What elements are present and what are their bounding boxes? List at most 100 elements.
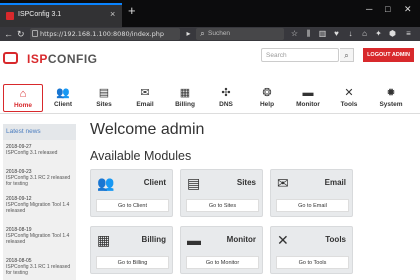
site-search-input[interactable]: Search [261,48,339,62]
nav-home[interactable]: ⌂ Home [3,84,43,112]
monitor-icon: ▬ [187,232,201,248]
logo-isp: ISP [27,52,48,66]
bookmark-star-icon[interactable]: ☆ [290,29,299,38]
download-icon[interactable]: ↓ [346,29,355,38]
module-nav: ⌂ Home 👥 Client ▤ Sites ✉ Email ▦ Billing ✣ DNS ❂ Hel… [0,84,420,114]
news-text: ISPConfig 3.1 RC 2 released for testing [6,175,71,187]
nav-client[interactable]: 👥 Client [43,84,83,112]
nav-tools[interactable]: ✕ Tools [329,84,369,112]
billing-icon: ▦ [97,232,111,248]
nav-label: Client [53,101,73,108]
nav-label: Sites [96,101,112,108]
extension2-icon[interactable]: ⬢ [388,29,397,38]
close-tab-icon[interactable]: × [110,9,115,19]
logo-config: CONFIG [47,52,98,66]
module-card-client: 👥 Client Go to Client [90,169,173,217]
news-item[interactable]: 2018-09-23 ISPConfig 3.1 RC 2 released fo… [6,169,76,187]
module-card-title: Billing [141,235,166,244]
nav-label: System [379,101,403,108]
available-modules-heading: Available Modules [90,149,192,163]
back-icon[interactable]: ← [4,28,13,40]
nav-label: Help [259,101,275,108]
home-icon: ⌂ [19,88,27,100]
nav-label: Email [136,101,154,108]
minimize-icon[interactable]: ─ [366,4,372,14]
module-card-sites: ▤ Sites Go to Sites [180,169,263,217]
logout-button[interactable]: LOGOUT ADMIN [363,48,414,62]
module-card-tools: ✕ Tools Go to Tools [270,226,353,274]
close-window-icon[interactable]: ✕ [404,4,412,15]
nav-system[interactable]: ✹ System [371,84,411,112]
browser-tab-title: ISPConfig 3.1 [18,11,62,18]
tools-icon: ✕ [277,232,289,248]
client-icon: 👥 [97,175,115,191]
system-icon: ✹ [386,87,396,99]
new-tab-button[interactable]: + [128,3,136,18]
url-bar[interactable]: https://192.168.1.100:8080/index.php [30,28,180,40]
sidebar-title: Latest news [3,124,76,140]
browser-search-placeholder: Suchen [208,30,231,37]
news-text: ISPConfig Migration Tool 1.4 released [6,233,70,245]
browser-navbar: ← ↻ https://192.168.1.100:8080/index.php… [0,27,420,41]
nav-label: Tools [340,101,358,108]
email-icon: ✉ [277,175,289,191]
nav-email[interactable]: ✉ Email [125,84,165,112]
site-search-placeholder: Search [266,52,287,59]
module-card-title: Tools [325,235,346,244]
news-item[interactable]: 2018-08-19 ISPConfig Migration Tool 1.4 r… [6,227,76,245]
go-to-email-button[interactable]: Go to Email [276,199,349,212]
maximize-icon[interactable]: □ [385,4,390,14]
module-card-title: Client [143,178,166,187]
module-card-email: ✉ Email Go to Email [270,169,353,217]
nav-help[interactable]: ❂ Help [247,84,287,112]
news-item[interactable]: 2018-09-12 ISPConfig Migration Tool 1.4 r… [6,196,76,214]
welcome-heading: Welcome admin [90,121,205,138]
module-card-title: Email [324,178,346,187]
nav-label: Monitor [296,101,320,108]
sidebar-icon[interactable]: ▥ [318,29,327,38]
email-icon: ✉ [140,87,150,99]
tools-icon: ✕ [344,87,354,99]
news-item[interactable]: 2018-09-27 ISPConfig 3.1 released [6,144,76,156]
go-to-monitor-button[interactable]: Go to Monitor [186,256,259,269]
sidebar: Latest news 2018-09-27 ISPConfig 3.1 rele… [3,124,76,280]
go-to-client-button[interactable]: Go to Client [96,199,169,212]
ispconfig-logo-icon [3,52,18,64]
dns-icon: ✣ [221,87,231,99]
reader-icon[interactable]: ▸ [184,29,193,38]
library-icon[interactable]: ⫼ [304,29,313,38]
help-icon: ❂ [262,87,272,99]
extension-icon[interactable]: ✦ [374,29,383,38]
home-browser-icon[interactable]: ⌂ [360,29,369,38]
nav-sites[interactable]: ▤ Sites [84,84,124,112]
menu-icon[interactable]: ≡ [404,29,413,38]
browser-search-input[interactable]: ⌕ Suchen [196,28,284,40]
favicon-icon [6,12,14,20]
news-text: ISPConfig 3.1 released [6,150,58,156]
go-to-billing-button[interactable]: Go to Billing [96,256,169,269]
module-card-monitor: ▬ Monitor Go to Monitor [180,226,263,274]
nav-billing[interactable]: ▦ Billing [165,84,205,112]
client-icon: 👥 [56,87,70,99]
browser-tab[interactable]: ISPConfig 3.1 × [0,3,122,27]
news-item[interactable]: 2018-08-05 ISPConfig 3.1 RC 1 released fo… [6,258,76,276]
monitor-icon: ▬ [302,87,314,99]
site-search-button[interactable]: ⌕ [340,48,354,62]
nav-dns[interactable]: ✣ DNS [206,84,246,112]
nav-monitor[interactable]: ▬ Monitor [288,84,328,112]
logo-text: ISPCONFIG [27,52,98,66]
news-text: ISPConfig 3.1 RC 1 released for testing [6,264,71,276]
module-card-billing: ▦ Billing Go to Billing [90,226,173,274]
pocket-icon[interactable]: ♥ [332,29,341,38]
reload-icon[interactable]: ↻ [17,28,25,40]
go-to-tools-button[interactable]: Go to Tools [276,256,349,269]
billing-icon: ▦ [179,87,191,99]
nav-label: Home [13,102,33,109]
go-to-sites-button[interactable]: Go to Sites [186,199,259,212]
nav-label: DNS [219,101,233,108]
sites-icon: ▤ [187,175,201,191]
module-card-title: Sites [236,178,256,187]
search-icon: ⌕ [200,29,205,38]
browser-tab-strip: ISPConfig 3.1 × + ─ □ ✕ [0,0,420,27]
sites-icon: ▤ [98,87,110,99]
